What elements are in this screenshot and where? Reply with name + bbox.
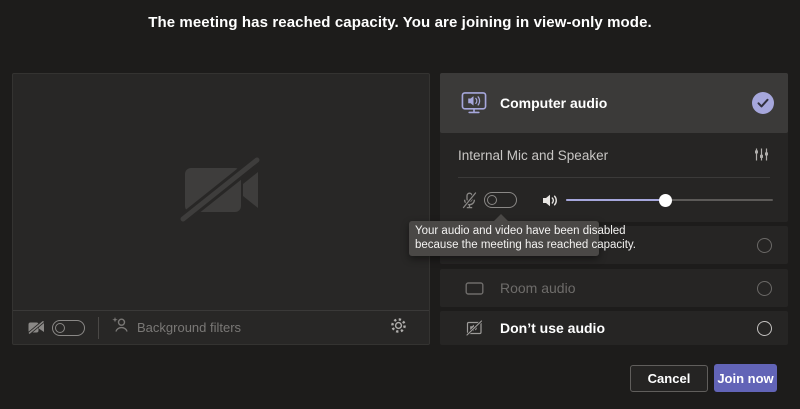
computer-audio-icon	[461, 91, 487, 115]
camera-off-icon	[28, 321, 45, 334]
volume-slider-thumb[interactable]	[659, 194, 672, 207]
device-row: Internal Mic and Speaker	[440, 133, 788, 177]
video-controls-bar: Background filters	[13, 310, 429, 344]
background-filters-button[interactable]: Background filters	[112, 317, 241, 338]
person-sparkle-icon	[112, 317, 129, 338]
mic-toggle[interactable]	[484, 192, 517, 208]
tooltip-line-1: Your audio and video have been disabled	[415, 224, 593, 238]
selected-check-icon	[752, 92, 774, 114]
room-audio-label: Room audio	[500, 280, 576, 296]
computer-audio-label: Computer audio	[500, 95, 607, 111]
room-audio-icon	[461, 281, 487, 296]
camera-off-large-icon	[172, 153, 270, 232]
mic-volume-row	[440, 178, 788, 222]
volume-slider[interactable]	[566, 193, 773, 207]
device-settings-button[interactable]	[390, 317, 407, 339]
device-name: Internal Mic and Speaker	[458, 148, 608, 163]
computer-audio-option[interactable]: Computer audio	[440, 73, 788, 133]
equalizer-icon[interactable]	[753, 146, 770, 168]
no-audio-card[interactable]: Don’t use audio	[440, 311, 788, 345]
video-stage	[13, 74, 429, 311]
camera-toggle-knob	[55, 323, 65, 333]
join-now-button[interactable]: Join now	[714, 364, 777, 392]
mic-toggle-knob	[487, 195, 497, 205]
camera-toggle[interactable]	[52, 320, 85, 336]
disabled-audio-tooltip: Your audio and video have been disabled …	[409, 221, 599, 256]
computer-audio-card: Computer audio Internal Mic and Speaker	[440, 73, 788, 222]
tooltip-arrow	[494, 214, 508, 221]
no-audio-label: Don’t use audio	[500, 320, 605, 336]
gear-icon	[390, 317, 407, 339]
room-audio-card[interactable]: Room audio	[440, 269, 788, 307]
cancel-button[interactable]: Cancel	[630, 365, 708, 392]
room-audio-radio[interactable]	[757, 281, 772, 296]
speaker-off-icon	[461, 320, 487, 336]
background-filters-label: Background filters	[137, 320, 241, 335]
audio-options-panel: Computer audio Internal Mic and Speaker	[440, 73, 788, 345]
no-audio-radio[interactable]	[757, 321, 772, 336]
tooltip-line-2: because the meeting has reached capacity…	[415, 238, 593, 252]
pre-join-screen: The meeting has reached capacity. You ar…	[0, 0, 800, 409]
mic-off-icon	[462, 192, 477, 209]
volume-slider-fill	[566, 199, 665, 201]
speaker-icon	[542, 193, 558, 208]
capacity-banner: The meeting has reached capacity. You ar…	[0, 14, 800, 31]
controls-divider	[98, 317, 99, 339]
phone-audio-radio[interactable]	[757, 238, 772, 253]
video-preview: Background filters	[12, 73, 430, 345]
